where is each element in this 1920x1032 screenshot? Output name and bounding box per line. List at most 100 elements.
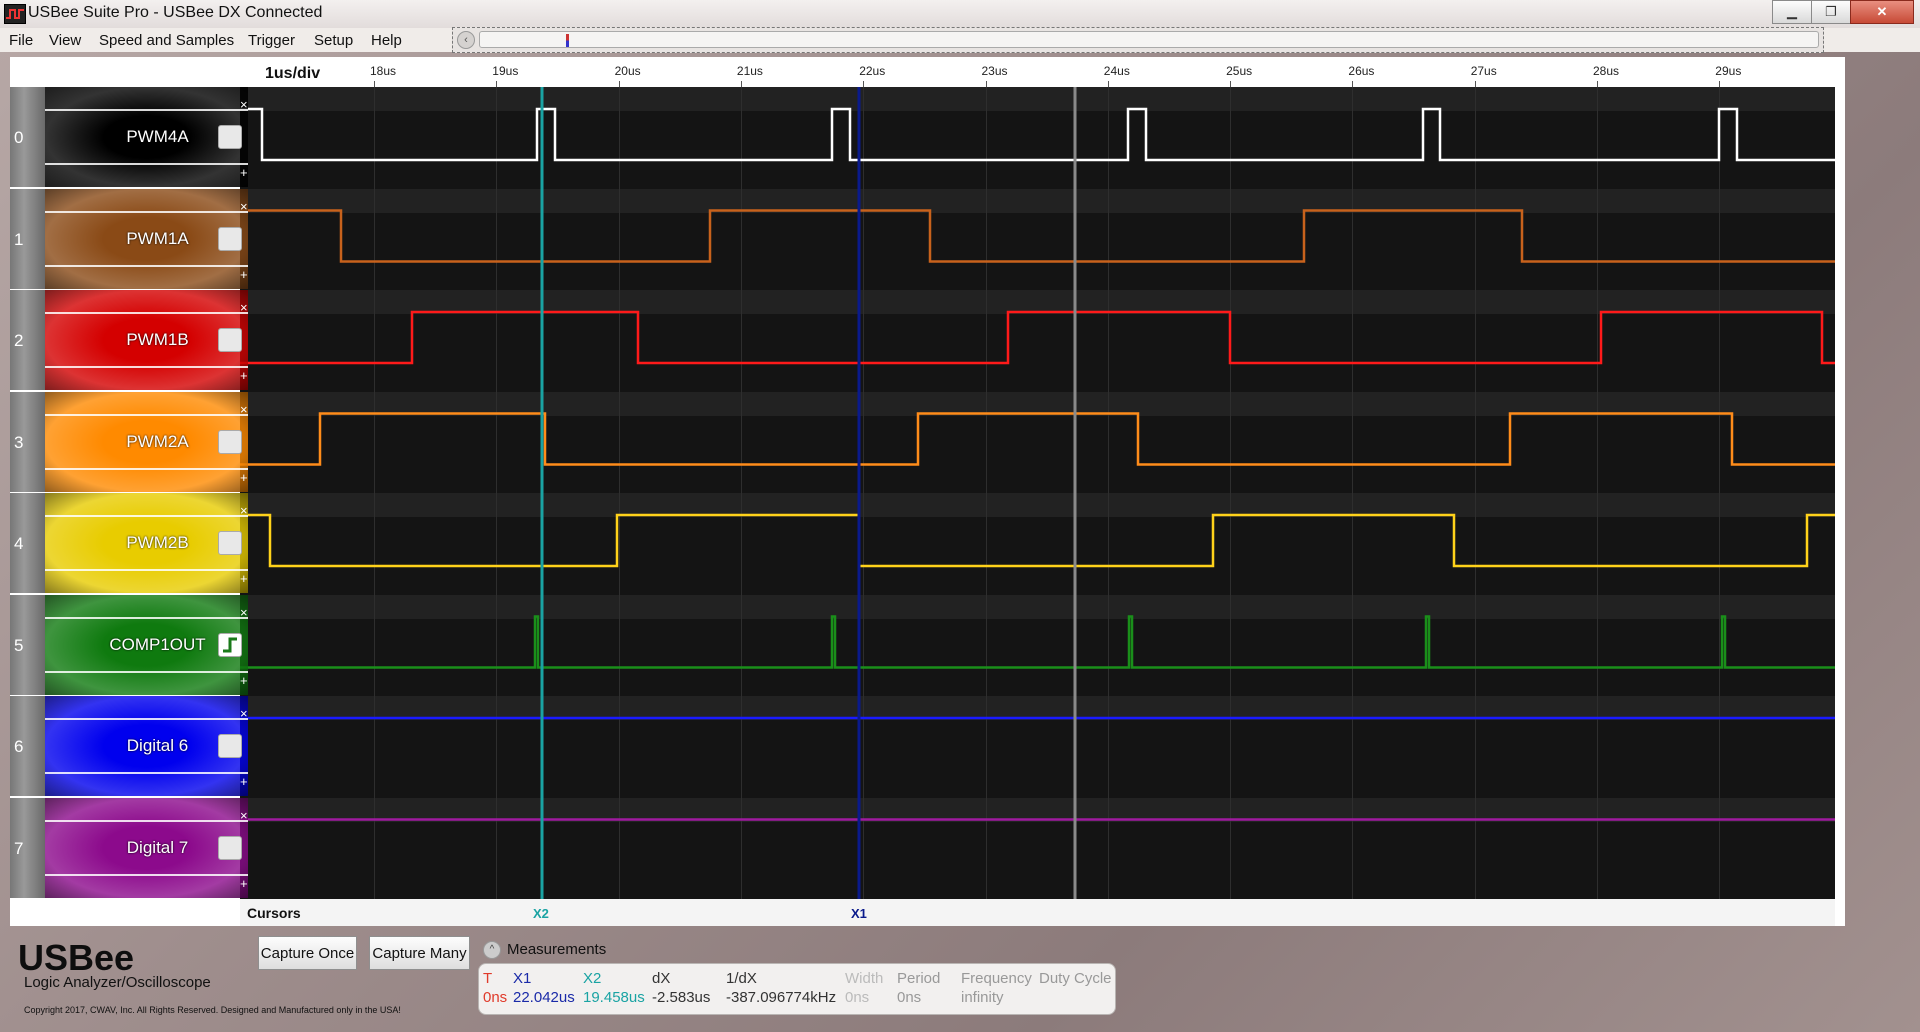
remove-channel-icon[interactable]: ×	[240, 199, 248, 214]
copyright-text: Copyright 2017, CWAV, Inc. All Rights Re…	[24, 1005, 401, 1015]
menu-speed-and-samples[interactable]: Speed and Samples	[99, 32, 234, 49]
minimize-button[interactable]: ▁	[1772, 0, 1812, 24]
maximize-button[interactable]: ❐	[1811, 0, 1851, 24]
channel-divider	[45, 515, 248, 517]
channel-divider	[45, 819, 248, 822]
overview-scrollbar[interactable]: ‹	[452, 27, 1824, 53]
channel-label-3[interactable]: 3 × PWM2A +	[10, 391, 248, 492]
channel-label-2[interactable]: 2 × PWM1B +	[10, 290, 248, 390]
trigger-checkbox[interactable]	[218, 835, 242, 860]
measurement-width: Width 0ns	[845, 970, 883, 1006]
capture-once-button[interactable]: Capture Once	[258, 936, 357, 970]
add-channel-icon[interactable]: +	[240, 165, 248, 180]
trigger-checkbox[interactable]	[218, 429, 242, 454]
measurement-header: Duty Cycle	[1039, 970, 1112, 987]
menu-setup[interactable]: Setup	[314, 32, 353, 49]
remove-channel-icon[interactable]: ×	[240, 605, 248, 620]
measurement-header: T	[483, 970, 493, 987]
channel-number: 1	[14, 229, 24, 249]
add-channel-icon[interactable]: +	[240, 267, 248, 282]
channel-strip: 6	[10, 696, 45, 796]
channel-name[interactable]: PWM1B	[85, 330, 230, 350]
channel-divider	[45, 413, 248, 416]
channel-strip: 1	[10, 188, 45, 289]
trigger-checkbox[interactable]	[218, 226, 242, 251]
trigger-checkbox[interactable]	[218, 328, 242, 352]
measurements-collapse-icon[interactable]: ^	[483, 941, 501, 959]
waveform-pwm1b	[240, 310, 1835, 365]
measurement-period: Period 0ns	[897, 970, 940, 1006]
measurement-value: 0ns	[897, 989, 922, 1006]
channel-label-0[interactable]: 0 × PWM4A +	[10, 87, 248, 187]
channel-divider	[45, 873, 248, 876]
channel-label-6[interactable]: 6 × Digital 6 +	[10, 696, 248, 796]
measurement-value: 0ns	[483, 989, 508, 1006]
waveform-plot[interactable]	[240, 87, 1835, 899]
timebase-label: 1us/div	[265, 65, 321, 82]
measurement-duty-cycle: Duty Cycle	[1039, 970, 1112, 989]
overview-position-marker[interactable]	[566, 34, 569, 47]
remove-channel-icon[interactable]: ×	[240, 97, 248, 112]
channel-label-7[interactable]: 7 × Digital 7 +	[10, 797, 248, 898]
remove-channel-icon[interactable]: ×	[240, 402, 248, 417]
time-tick-label: 28us	[1593, 64, 1620, 78]
measurement-1-dx: 1/dX -387.096774kHz	[726, 970, 836, 1006]
add-channel-icon[interactable]: +	[240, 368, 248, 383]
menu-view[interactable]: View	[49, 32, 81, 49]
channel-number: 6	[14, 737, 24, 756]
add-channel-icon[interactable]: +	[240, 571, 248, 586]
close-button[interactable]: ✕	[1850, 0, 1914, 24]
channel-name[interactable]: PWM4A	[85, 127, 230, 147]
channel-strip: 0	[10, 87, 45, 187]
channel-number: 3	[14, 432, 24, 452]
remove-channel-icon[interactable]: ×	[240, 808, 248, 823]
channel-strip: 4	[10, 493, 45, 593]
measurement-value: 0ns	[845, 989, 870, 1006]
menu-trigger[interactable]: Trigger	[248, 32, 295, 49]
time-tick-label: 26us	[1348, 64, 1375, 78]
waveform-pwm4a	[240, 107, 1835, 162]
logo-subtitle: Logic Analyzer/Oscilloscope	[24, 974, 211, 991]
remove-channel-icon[interactable]: ×	[240, 300, 248, 315]
time-tick-label: 18us	[370, 64, 397, 78]
channel-strip: 7	[10, 797, 45, 898]
channel-name[interactable]: Digital 6	[85, 736, 230, 756]
channel-divider	[45, 163, 248, 165]
cursors-label: Cursors	[247, 905, 301, 921]
overview-track[interactable]	[479, 31, 1819, 48]
time-tick-label: 24us	[1103, 64, 1130, 78]
cursor-x1-label[interactable]: X1	[851, 906, 867, 921]
channel-name[interactable]: Digital 7	[85, 838, 230, 858]
trigger-rising-edge-icon[interactable]	[218, 632, 242, 657]
channel-divider	[45, 772, 248, 774]
channel-name[interactable]: PWM2B	[85, 533, 230, 553]
add-channel-icon[interactable]: +	[240, 876, 248, 891]
menu-file[interactable]: File	[9, 32, 33, 49]
channel-name[interactable]: PWM1A	[85, 229, 230, 249]
measurement-x1: X1 22.042us	[513, 970, 575, 1006]
add-channel-icon[interactable]: +	[240, 774, 248, 789]
app-icon	[4, 4, 26, 24]
remove-channel-icon[interactable]: ×	[240, 706, 248, 721]
channel-label-4[interactable]: 4 × PWM2B +	[10, 493, 248, 593]
trigger-checkbox[interactable]	[218, 531, 242, 555]
channel-name[interactable]: PWM2A	[85, 432, 230, 452]
add-channel-icon[interactable]: +	[240, 673, 248, 688]
channel-label-5[interactable]: 5 × COMP1OUT +	[10, 594, 248, 695]
measurement-header: X2	[583, 970, 602, 987]
measurement-header: Width	[845, 970, 884, 987]
channel-label-1[interactable]: 1 × PWM1A +	[10, 188, 248, 289]
channel-name[interactable]: COMP1OUT	[85, 635, 230, 655]
cursor-x2-label[interactable]: X2	[533, 906, 549, 921]
measurement-frequency: Frequency infinity	[961, 970, 1032, 1006]
measurement-header: Period	[897, 970, 941, 987]
remove-channel-icon[interactable]: ×	[240, 503, 248, 518]
measurement-x2: X2 19.458us	[583, 970, 645, 1006]
overview-left-arrow-icon[interactable]: ‹	[457, 31, 475, 49]
add-channel-icon[interactable]: +	[240, 470, 248, 485]
trigger-checkbox[interactable]	[218, 125, 242, 149]
waveform-pwm2a	[240, 412, 1835, 466]
menu-help[interactable]: Help	[371, 32, 402, 49]
trigger-checkbox[interactable]	[218, 734, 242, 758]
capture-many-button[interactable]: Capture Many	[369, 936, 470, 970]
